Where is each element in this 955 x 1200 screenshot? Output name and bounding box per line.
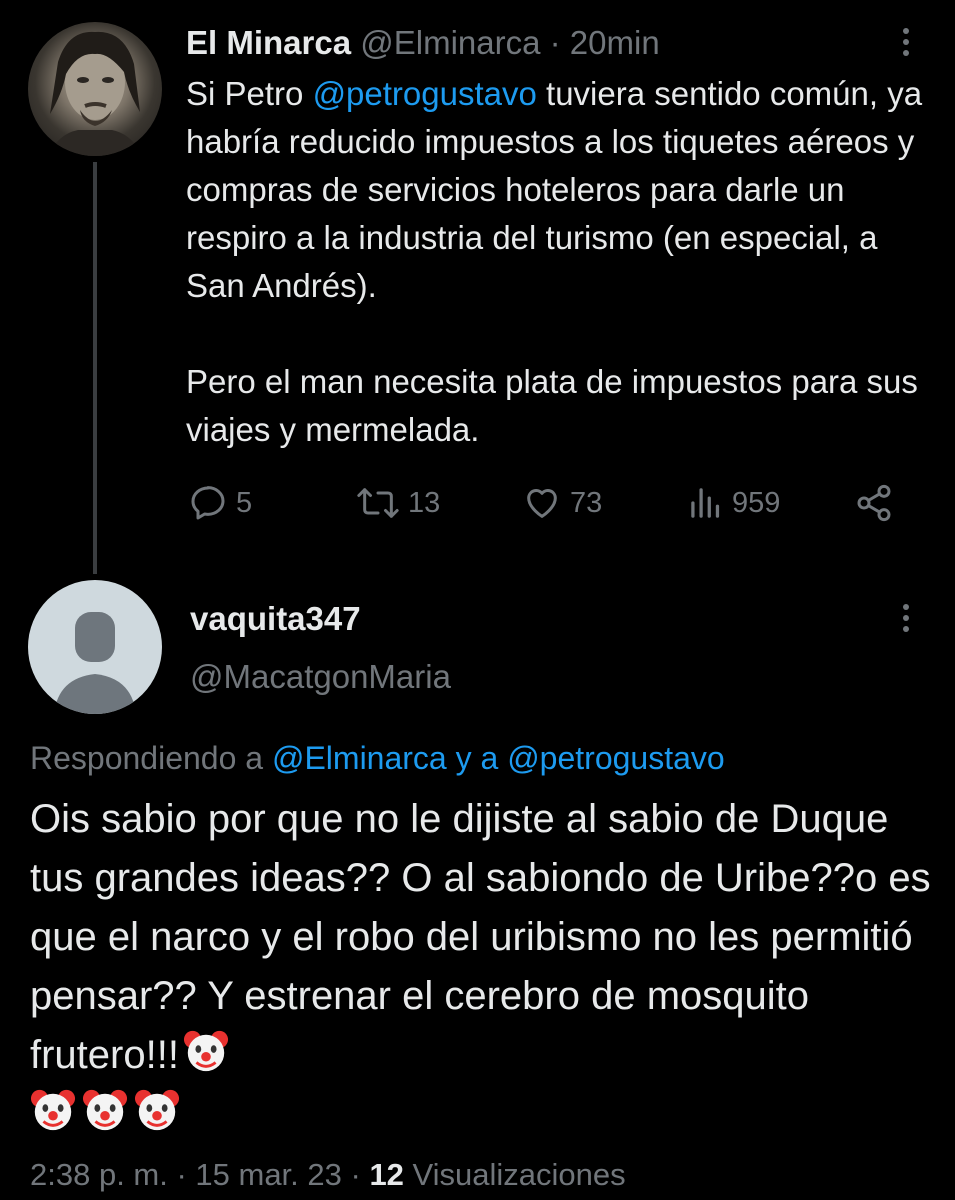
clown-face-icon — [30, 1087, 76, 1133]
more-icon[interactable] — [891, 22, 921, 62]
author-handle[interactable]: @Elminarca — [360, 24, 540, 61]
reply-button[interactable]: 5 — [188, 478, 252, 528]
reply-author-handle[interactable]: @MacatgonMaria — [190, 656, 451, 698]
like-count: 73 — [570, 486, 603, 519]
tweet-time[interactable]: 20min — [570, 24, 660, 61]
like-icon — [527, 489, 557, 518]
reply-author-name[interactable]: vaquita347 — [190, 598, 361, 640]
reply-icon — [191, 486, 225, 520]
avatar-portrait — [48, 31, 142, 156]
mention-link[interactable]: @petrogustavo — [313, 75, 537, 112]
replying-to: Respondiendo a @Elminarca y a @petrogust… — [30, 736, 725, 780]
reply-views-count: 12 — [369, 1157, 404, 1192]
tweet-paragraph-2: Pero el man necesita plata de impuestos … — [186, 363, 918, 448]
views-icon — [691, 488, 720, 518]
clown-face-icon — [183, 1028, 229, 1074]
tweet-text-prefix: Si Petro — [186, 75, 313, 112]
clown-face-icon — [82, 1087, 128, 1133]
thread-line — [93, 162, 97, 574]
default-avatar-icon — [54, 612, 136, 714]
retweet-icon — [357, 488, 399, 518]
share-button[interactable] — [854, 478, 894, 528]
reply-text: Ois sabio por que no le dijiste al sabio… — [30, 790, 935, 1144]
reply-count: 5 — [236, 486, 253, 519]
retweet-count: 13 — [408, 486, 441, 519]
tweet-header: El Minarca @Elminarca · 20min — [186, 22, 660, 64]
tweet-paragraph-1: Si Petro @petrogustavo tuviera sentido c… — [186, 70, 931, 310]
reply-author-avatar[interactable] — [28, 580, 162, 714]
like-button[interactable]: 73 — [522, 478, 602, 528]
reply-metadata: 2:38 p. m. · 15 mar. 23 · 12 Visualizaci… — [30, 1154, 626, 1196]
clown-face-icon — [134, 1087, 180, 1133]
author-name[interactable]: El Minarca — [186, 24, 351, 61]
views-button[interactable]: 959 — [688, 478, 780, 528]
replying-mentions[interactable]: @Elminarca y a @petrogustavo — [272, 740, 725, 776]
reply-timestamp[interactable]: 2:38 p. m. · 15 mar. 23 · — [30, 1157, 369, 1192]
tweet-actions: 5 13 73 959 — [186, 478, 906, 528]
reply-views-label: Visualizaciones — [403, 1157, 626, 1192]
author-avatar[interactable] — [28, 22, 162, 156]
share-icon — [857, 484, 891, 522]
views-count: 959 — [732, 486, 781, 519]
header-separator: · — [540, 24, 570, 61]
replying-prefix: Respondiendo a — [30, 740, 272, 776]
reply-more-icon[interactable] — [891, 598, 921, 638]
tweet-text: Si Petro @petrogustavo tuviera sentido c… — [186, 70, 931, 454]
retweet-button[interactable]: 13 — [356, 478, 440, 528]
reply-body: Ois sabio por que no le dijiste al sabio… — [30, 797, 931, 1077]
